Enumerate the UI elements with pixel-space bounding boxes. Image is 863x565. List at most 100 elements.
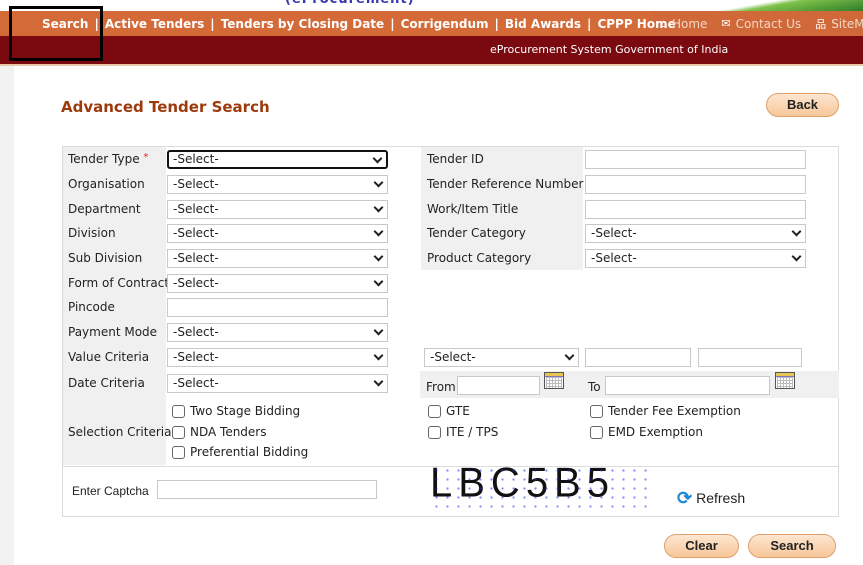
clear-button[interactable]: Clear	[664, 534, 739, 558]
checkbox-ite-tps[interactable]: ITE / TPS	[428, 425, 498, 439]
value-from-input[interactable]	[585, 348, 691, 367]
refresh-icon: ⟳	[677, 488, 693, 508]
checkbox-icon[interactable]	[172, 404, 185, 418]
home-icon: ⌂	[660, 17, 667, 30]
checkbox-icon[interactable]	[172, 445, 185, 459]
department-select[interactable]: -Select-	[167, 200, 388, 219]
division-select[interactable]: -Select-	[167, 224, 388, 243]
label-product-category: Product Category	[427, 251, 532, 265]
checkbox-icon[interactable]	[590, 425, 603, 439]
nav-separator: |	[587, 16, 592, 31]
label-division: Division	[68, 226, 116, 240]
checkbox-icon[interactable]	[172, 425, 185, 439]
chevron-down-icon	[372, 153, 383, 164]
checkbox-preferential-bidding[interactable]: Preferential Bidding	[172, 445, 308, 459]
captcha-input[interactable]	[157, 480, 377, 499]
nav-separator: |	[94, 16, 99, 31]
label-form-of-contract: Form of Contract	[68, 276, 170, 290]
label-tender-reference-number: Tender Reference Number	[427, 177, 584, 191]
form-of-contract-select[interactable]: -Select-	[167, 274, 388, 293]
nav-links: Search | Active Tenders | Tenders by Clo…	[42, 11, 676, 36]
site-tagline: eProcurement System Government of India	[490, 43, 729, 56]
mail-icon: ✉	[721, 17, 731, 30]
chevron-down-icon	[373, 376, 384, 387]
date-to-input[interactable]	[605, 376, 770, 395]
label-tender-category: Tender Category	[427, 226, 526, 240]
nav-tenders-by-closing-date[interactable]: Tenders by Closing Date	[221, 17, 385, 31]
organisation-select[interactable]: -Select-	[167, 175, 388, 194]
checkbox-gte[interactable]: GTE	[428, 404, 470, 418]
chevron-down-icon	[373, 276, 384, 287]
chevron-down-icon	[373, 251, 384, 262]
label-enter-captcha: Enter Captcha	[72, 484, 149, 498]
tender-id-input[interactable]	[585, 150, 806, 169]
nav-corrigendum[interactable]: Corrigendum	[401, 17, 489, 31]
date-from-input[interactable]	[457, 376, 540, 395]
label-pincode: Pincode	[68, 300, 115, 314]
utility-links: ⌂ Home ✉ Contact Us 品 SiteMap	[660, 11, 863, 36]
checkbox-nda-tenders[interactable]: NDA Tenders	[172, 425, 267, 439]
captcha-image: LBC5B5	[430, 459, 615, 507]
sitemap-icon: 品	[815, 17, 827, 31]
payment-mode-select[interactable]: -Select-	[167, 323, 388, 342]
chevron-down-icon	[791, 251, 802, 262]
nav-separator: |	[210, 16, 215, 31]
back-button[interactable]: Back	[766, 93, 839, 117]
checkbox-emd-exemption[interactable]: EMD Exemption	[590, 425, 703, 439]
product-category-select[interactable]: -Select-	[585, 249, 806, 268]
pincode-input[interactable]	[167, 298, 388, 317]
value-to-input[interactable]	[698, 348, 802, 367]
header-top-strip: (eProcurement)	[0, 0, 863, 11]
header-graphic	[660, 0, 863, 11]
chevron-down-icon	[373, 226, 384, 237]
label-value-criteria: Value Criteria	[68, 350, 150, 364]
main-navbar: Search | Active Tenders | Tenders by Clo…	[0, 11, 863, 36]
label-work-item-title: Work/Item Title	[427, 202, 519, 216]
calendar-icon[interactable]	[544, 372, 564, 389]
label-department: Department	[68, 202, 141, 216]
checkbox-icon[interactable]	[428, 425, 441, 439]
chevron-down-icon	[791, 226, 802, 237]
value-operator-select[interactable]: -Select-	[424, 348, 579, 367]
tender-category-select[interactable]: -Select-	[585, 224, 806, 243]
work-item-title-input[interactable]	[585, 200, 806, 219]
header-banner: eProcurement System Government of India	[0, 36, 863, 64]
value-criteria-select[interactable]: -Select-	[167, 348, 388, 367]
sub-division-select[interactable]: -Select-	[167, 249, 388, 268]
refresh-captcha-button[interactable]: ⟳ Refresh	[677, 488, 745, 508]
nav-separator: |	[494, 16, 499, 31]
tender-reference-number-input[interactable]	[585, 175, 806, 194]
search-button[interactable]: Search	[748, 534, 836, 558]
nav-separator: |	[390, 16, 395, 31]
label-sub-division: Sub Division	[68, 251, 143, 265]
label-date-criteria: Date Criteria	[68, 376, 145, 390]
label-payment-mode: Payment Mode	[68, 325, 158, 339]
calendar-icon[interactable]	[775, 372, 795, 389]
contact-us-link[interactable]: ✉ Contact Us	[721, 17, 801, 31]
checkbox-icon[interactable]	[590, 404, 603, 418]
required-marker: *	[143, 152, 149, 163]
nav-bid-awards[interactable]: Bid Awards	[505, 17, 581, 31]
checkbox-tender-fee-exemption[interactable]: Tender Fee Exemption	[590, 404, 741, 418]
label-organisation: Organisation	[68, 177, 145, 191]
label-date-from: From	[426, 380, 456, 394]
date-criteria-select[interactable]: -Select-	[167, 374, 388, 393]
tender-type-select[interactable]: -Select-	[167, 150, 388, 169]
site-subtitle: (eProcurement)	[285, 0, 415, 7]
checkbox-two-stage-bidding[interactable]: Two Stage Bidding	[172, 404, 300, 418]
page-title: Advanced Tender Search	[61, 98, 270, 116]
nav-search[interactable]: Search	[42, 17, 88, 31]
nav-active-tenders[interactable]: Active Tenders	[105, 17, 204, 31]
label-tender-type: Tender Type *	[68, 152, 149, 166]
label-selection-criteria: Selection Criteria	[68, 425, 172, 439]
checkbox-icon[interactable]	[428, 404, 441, 418]
chevron-down-icon	[373, 177, 384, 188]
chevron-down-icon	[564, 350, 575, 361]
sitemap-link[interactable]: 品 SiteMap	[815, 16, 863, 32]
label-date-to: To	[588, 380, 601, 394]
label-tender-id: Tender ID	[427, 152, 484, 166]
chevron-down-icon	[373, 325, 384, 336]
chevron-down-icon	[373, 202, 384, 213]
home-link[interactable]: ⌂ Home	[660, 17, 707, 31]
chevron-down-icon	[373, 350, 384, 361]
